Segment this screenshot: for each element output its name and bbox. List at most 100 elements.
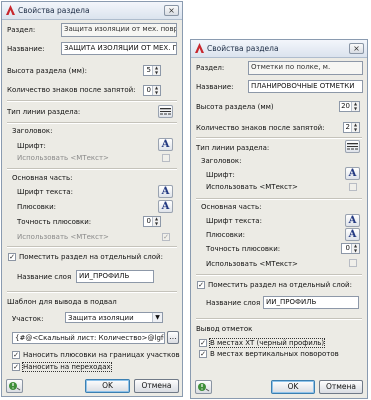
decimals-label: Количество знаков после запятой: bbox=[196, 124, 325, 132]
body-use-mtext-label: Использовать <MТекст> bbox=[206, 260, 298, 268]
leaders-boundaries-checkbox[interactable]: ✓ bbox=[12, 351, 20, 359]
close-button[interactable]: × bbox=[349, 43, 364, 54]
section-combo-label: Участок: bbox=[12, 315, 44, 323]
separator bbox=[196, 137, 362, 139]
body-leaders-font-button[interactable]: A bbox=[345, 228, 360, 241]
cancel-button[interactable]: Отмена bbox=[319, 380, 363, 394]
name-input[interactable]: ПЛАНИРОВОЧНЫЕ ОТМЕТКИ bbox=[248, 80, 363, 93]
ok-button[interactable]: OK bbox=[85, 379, 130, 393]
marks-at-xt-checkbox[interactable]: ✓ bbox=[199, 339, 207, 347]
separate-layer-checkbox[interactable]: ✓ bbox=[8, 253, 16, 261]
spinner-arrows-icon[interactable]: ▲ ▼ bbox=[351, 122, 359, 132]
body-use-mtext-checkbox[interactable]: ✓ bbox=[162, 233, 170, 241]
height-label: Высота раздела (мм): bbox=[7, 67, 88, 75]
body-use-mtext-checkbox[interactable] bbox=[349, 259, 357, 267]
header-use-mtext-checkbox[interactable] bbox=[349, 183, 357, 191]
line-type-label: Тип линии раздела: bbox=[196, 144, 270, 152]
decimals-spinner[interactable]: 0 ▲ ▼ bbox=[143, 85, 161, 96]
separate-layer-label: Поместить раздел на отдельный слой: bbox=[19, 253, 163, 261]
body-text-font-button[interactable]: A bbox=[158, 185, 173, 198]
layer-name-label: Название слоя bbox=[17, 273, 72, 281]
font-a-icon: A bbox=[348, 229, 357, 240]
line-type-icon bbox=[160, 108, 171, 115]
line-type-button[interactable] bbox=[158, 105, 173, 118]
layer-name-label: Название слоя bbox=[206, 299, 261, 307]
title-bar: Свойства раздела × bbox=[191, 40, 367, 58]
name-input[interactable]: ЗАЩИТА ИЗОЛЯЦИИ ОТ МЕХ. ПОВР. bbox=[61, 42, 177, 55]
separate-layer-checkbox[interactable]: ✓ bbox=[197, 281, 205, 289]
separator bbox=[196, 318, 362, 320]
body-text-font-label: Шрифт текста: bbox=[17, 188, 73, 196]
chevron-down-icon[interactable]: ▼ bbox=[152, 313, 162, 322]
section-value-field: Защита изоляции от мех. повр. bbox=[61, 23, 177, 37]
spinner-arrows-icon[interactable]: ▲ ▼ bbox=[152, 216, 160, 226]
dialog-left: Свойства раздела × Раздел: Защита изоляц… bbox=[1, 1, 183, 397]
decimals-label: Количество знаков после запятой: bbox=[7, 86, 136, 94]
section-combo[interactable]: Защита изоляции ▼ bbox=[65, 312, 163, 323]
section-label: Раздел: bbox=[7, 26, 36, 34]
marks-at-xt-label: В местах ХТ (черный профиль) bbox=[208, 338, 326, 348]
spinner-arrows-icon[interactable]: ▲ ▼ bbox=[351, 101, 359, 111]
help-button[interactable] bbox=[195, 380, 212, 394]
height-spinner[interactable]: 5 ▲ ▼ bbox=[143, 65, 161, 76]
cancel-button[interactable]: Отмена bbox=[134, 379, 179, 393]
body-leader-precision-label: Точность плюсовки: bbox=[17, 218, 92, 226]
layer-name-input[interactable]: ИИ_ПРОФИЛЬ bbox=[263, 296, 359, 309]
ok-button[interactable]: OK bbox=[271, 380, 315, 394]
leader-precision-spinner[interactable]: 0 ▲ ▼ bbox=[341, 243, 360, 254]
font-a-icon: A bbox=[161, 186, 170, 197]
leader-precision-spinner[interactable]: 0 ▲ ▼ bbox=[143, 216, 161, 227]
height-value: 5 bbox=[146, 66, 151, 74]
close-button[interactable]: × bbox=[164, 5, 179, 16]
spinner-arrows-icon[interactable]: ▲ ▼ bbox=[152, 65, 160, 75]
header-font-button[interactable]: A bbox=[158, 138, 173, 151]
spinner-arrows-icon[interactable]: ▲ ▼ bbox=[152, 85, 160, 95]
footer-group-label: Шаблон для вывода в подвал bbox=[7, 298, 117, 306]
body-group-label: Основная часть: bbox=[201, 203, 262, 211]
on-transitions-label: Наносить на переходах bbox=[22, 362, 112, 372]
font-a-icon: A bbox=[161, 201, 170, 212]
header-use-mtext-checkbox[interactable] bbox=[162, 154, 170, 162]
separator bbox=[7, 291, 177, 293]
template-browse-button[interactable]: ... bbox=[167, 331, 179, 344]
separator bbox=[7, 122, 177, 124]
template-input[interactable]: {#@<Скальный лист: Количество>@lgf0# bbox=[12, 332, 165, 344]
body-use-mtext-label: Использовать <MТекст> bbox=[17, 233, 109, 241]
line-type-button[interactable] bbox=[345, 140, 360, 153]
layer-name-input[interactable]: ИИ_ПРОФИЛЬ bbox=[76, 270, 154, 283]
line-type-icon bbox=[347, 143, 358, 150]
marks-at-vertical-label: В местах вертикальных поворотов bbox=[210, 350, 339, 358]
name-label: Название: bbox=[7, 45, 45, 53]
help-icon bbox=[9, 382, 21, 391]
body-text-font-button[interactable]: A bbox=[345, 214, 360, 227]
app-icon bbox=[195, 43, 204, 53]
body-group-label: Основная часть: bbox=[12, 174, 73, 182]
section-value-field: Отметки по полке, м. bbox=[248, 61, 363, 75]
dialog-title: Свойства раздела bbox=[207, 44, 279, 53]
separator bbox=[7, 100, 177, 102]
header-font-button[interactable]: A bbox=[345, 167, 360, 180]
on-transitions-checkbox[interactable]: ✓ bbox=[12, 363, 20, 371]
line-type-label: Тип линии раздела: bbox=[7, 108, 81, 116]
body-leaders-label: Плюсовки: bbox=[17, 203, 57, 211]
section-combo-value: Защита изоляции bbox=[68, 314, 134, 322]
spinner-arrows-icon[interactable]: ▲ ▼ bbox=[351, 243, 359, 253]
section-label: Раздел: bbox=[196, 64, 225, 72]
height-spinner[interactable]: 20 ▲ ▼ bbox=[339, 101, 360, 112]
name-label: Название: bbox=[196, 83, 234, 91]
title-bar: Свойства раздела × bbox=[2, 2, 182, 20]
decimals-spinner[interactable]: 2 ▲ ▼ bbox=[343, 122, 360, 133]
header-use-mtext-label: Использовать <MТекст> bbox=[206, 183, 298, 191]
marks-at-vertical-checkbox[interactable]: ✓ bbox=[199, 350, 207, 358]
separator bbox=[7, 168, 177, 170]
separator bbox=[7, 246, 177, 248]
help-button[interactable] bbox=[6, 379, 23, 393]
body-leaders-font-button[interactable]: A bbox=[158, 200, 173, 213]
leaders-boundaries-label: Наносить плюсовки на границах участков bbox=[23, 351, 180, 359]
header-group-label: Заголовок: bbox=[201, 157, 242, 165]
height-label: Высота раздела (мм) bbox=[196, 103, 274, 111]
font-a-icon: A bbox=[161, 139, 170, 150]
decimals-value: 2 bbox=[345, 123, 350, 131]
header-use-mtext-label: Использовать <MТекст> bbox=[17, 154, 109, 162]
marks-group-label: Вывод отметок bbox=[196, 325, 253, 333]
